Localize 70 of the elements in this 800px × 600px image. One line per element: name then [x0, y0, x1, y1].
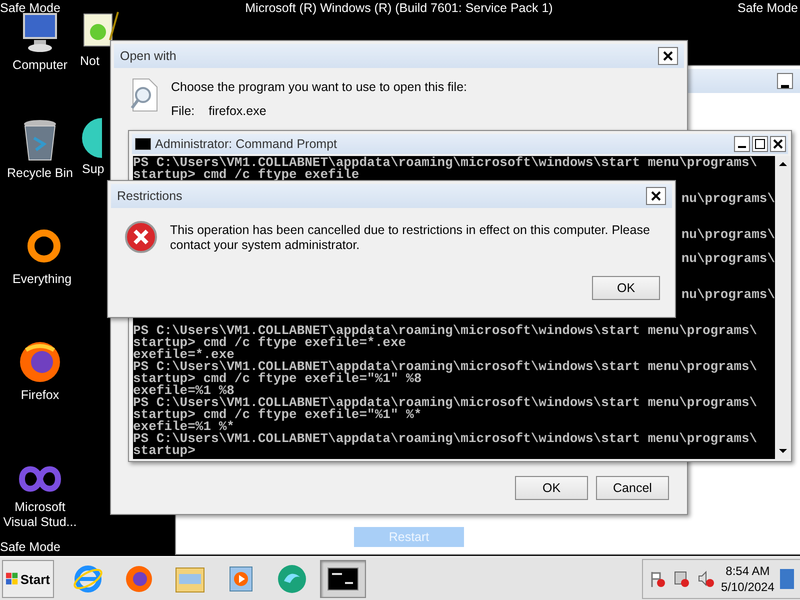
- console-icon: [135, 138, 151, 150]
- wave-globe-icon: [276, 563, 308, 595]
- safe-mode-label: Safe Mode: [0, 540, 60, 554]
- console-icon: [327, 567, 359, 591]
- close-button[interactable]: [658, 47, 678, 65]
- error-message: This operation has been cancelled due to restrictions in effect on this computer. Please contact your system administrator.: [170, 222, 651, 254]
- console-line: nu\programs\: [681, 251, 775, 266]
- safe-mode-label: Safe Mode: [738, 0, 798, 16]
- desktop-icon-label[interactable]: Not: [80, 54, 100, 69]
- dialog-button[interactable]: OK: [515, 476, 588, 500]
- console-line: PS C:\Users\VM1.COLLABNET\appdata\roaming\microsoft\windows\start menu\programs\: [133, 359, 758, 374]
- console-line: PS C:\Users\VM1.COLLABNET\appdata\roaming\microsoft\windows\start menu\programs\: [133, 431, 758, 446]
- maximize-button[interactable]: [752, 136, 768, 152]
- maximize-icon: [755, 139, 765, 149]
- console-line: nu\programs\: [681, 287, 775, 302]
- show-desktop-icon: [780, 569, 794, 589]
- desktop-icon-label[interactable]: Computer: [12, 58, 68, 73]
- clock-date[interactable]: 5/10/2024: [721, 579, 774, 595]
- desktop-icon-label[interactable]: Everything: [12, 272, 72, 287]
- console-line: startup> cmd /c ftype exefile=*.exe: [133, 335, 406, 350]
- close-button[interactable]: [646, 187, 666, 205]
- minimize-icon: [781, 85, 789, 88]
- clock-time[interactable]: 8:54 AM: [726, 563, 770, 579]
- console-line: nu\programs\: [681, 227, 775, 242]
- dialog-title: Restrictions: [117, 189, 182, 203]
- error-icon: [124, 220, 158, 254]
- windows-flag-icon: [6, 571, 18, 587]
- prompt-text: Choose the program you want to use to open this file:: [171, 80, 468, 94]
- console-line: startup>: [133, 443, 196, 458]
- browser-e-icon: [73, 564, 103, 594]
- globe-icon[interactable]: [82, 118, 102, 158]
- flag-icon: [649, 570, 667, 588]
- console-line: startup> cmd /c ftype exefile="%1" %*: [133, 407, 422, 422]
- document-magnifier-icon: [129, 78, 159, 112]
- fox-globe-icon[interactable]: [18, 340, 62, 384]
- start-button[interactable]: Start: [2, 560, 54, 598]
- media-player-icon: [228, 564, 254, 594]
- dialog-title: Open with: [120, 49, 176, 63]
- console-line: PS C:\Users\VM1.COLLABNET\appdata\roaming\microsoft\windows\start menu\programs\: [133, 323, 758, 338]
- minimize-button[interactable]: [777, 73, 793, 89]
- minimize-button[interactable]: [734, 136, 750, 152]
- console-line: startup> cmd /c ftype exefile="%1" %8: [133, 371, 422, 386]
- fox-globe-icon: [124, 564, 154, 594]
- console-line: exefile=*.exe: [133, 347, 234, 362]
- desktop-icon-label[interactable]: Firefox: [20, 388, 60, 403]
- dialog-button[interactable]: Cancel: [596, 476, 669, 500]
- close-icon: [663, 51, 673, 61]
- console-line: nu\programs\: [681, 191, 775, 206]
- recycle-bin-icon[interactable]: [22, 118, 58, 162]
- ok-button[interactable]: OK: [592, 276, 660, 300]
- taskbar-app-button[interactable]: [320, 560, 366, 598]
- desktop-icon-label[interactable]: Recycle Bin: [7, 166, 73, 181]
- desktop-icon-label[interactable]: Microsoft Visual Stud...: [0, 500, 80, 530]
- window-title: Administrator: Command Prompt: [135, 137, 338, 151]
- close-icon: [651, 191, 661, 201]
- console-line: exefile=%1 %8: [133, 383, 234, 398]
- close-icon: [773, 139, 783, 149]
- console-line: PS C:\Users\VM1.COLLABNET\appdata\roaming\microsoft\windows\start menu\programs\: [133, 395, 758, 410]
- file-label: File:: [171, 104, 195, 118]
- desktop-icon-label[interactable]: Sup: [82, 162, 104, 177]
- windows-build-label: Microsoft (R) Windows (R) (Build 7601: Service Pack 1): [245, 0, 553, 16]
- console-line: startup> cmd /c ftype exefile: [133, 167, 360, 182]
- console-line: PS C:\Users\VM1.COLLABNET\appdata\roaming\microsoft\windows\start menu\programs\: [133, 155, 758, 170]
- file-name: firefox.exe: [208, 104, 266, 118]
- network-icon: [673, 570, 691, 588]
- scroll-bar[interactable]: [775, 156, 791, 459]
- close-button[interactable]: [770, 136, 786, 152]
- safe-mode-label: Safe Mode: [0, 0, 60, 16]
- console-line: exefile=%1 %*: [133, 419, 234, 434]
- speaker-icon: [697, 570, 715, 588]
